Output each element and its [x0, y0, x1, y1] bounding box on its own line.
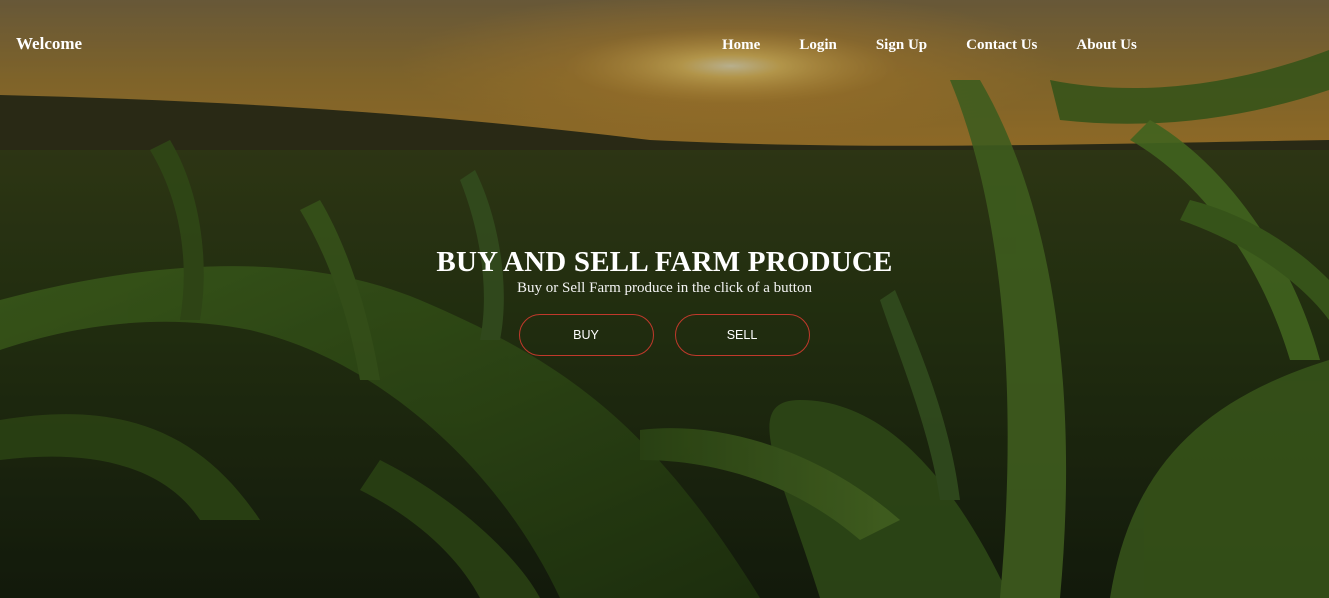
hero-content: BUY AND SELL FARM PRODUCE Buy or Sell Fa… — [0, 244, 1329, 356]
nav-link-home[interactable]: Home — [722, 37, 760, 53]
hero-title: BUY AND SELL FARM PRODUCE — [436, 246, 893, 278]
buy-button[interactable]: BUY — [518, 314, 654, 356]
nav-item-sign-up: Sign Up — [876, 36, 927, 54]
nav-link-sign-up[interactable]: Sign Up — [876, 37, 927, 53]
nav-item-home: Home — [722, 36, 760, 54]
nav-link-login[interactable]: Login — [799, 37, 837, 53]
nav-item-login: Login — [799, 36, 837, 54]
nav-item-contact-us: Contact Us — [966, 36, 1037, 54]
nav-links: Home Login Sign Up Contact Us About Us — [722, 36, 1176, 54]
hero-section: Welcome Home Login Sign Up Contact Us Ab… — [0, 0, 1329, 598]
nav-link-about-us[interactable]: About Us — [1076, 37, 1136, 53]
brand-welcome-link[interactable]: Welcome — [16, 34, 82, 54]
sell-button[interactable]: SELL — [674, 314, 810, 356]
navbar: Welcome Home Login Sign Up Contact Us Ab… — [0, 0, 1329, 88]
nav-item-about-us: About Us — [1076, 36, 1136, 54]
nav-link-contact-us[interactable]: Contact Us — [966, 37, 1037, 53]
hero-buttons: BUY SELL — [0, 314, 1329, 356]
hero-subtitle: Buy or Sell Farm produce in the click of… — [517, 280, 812, 296]
